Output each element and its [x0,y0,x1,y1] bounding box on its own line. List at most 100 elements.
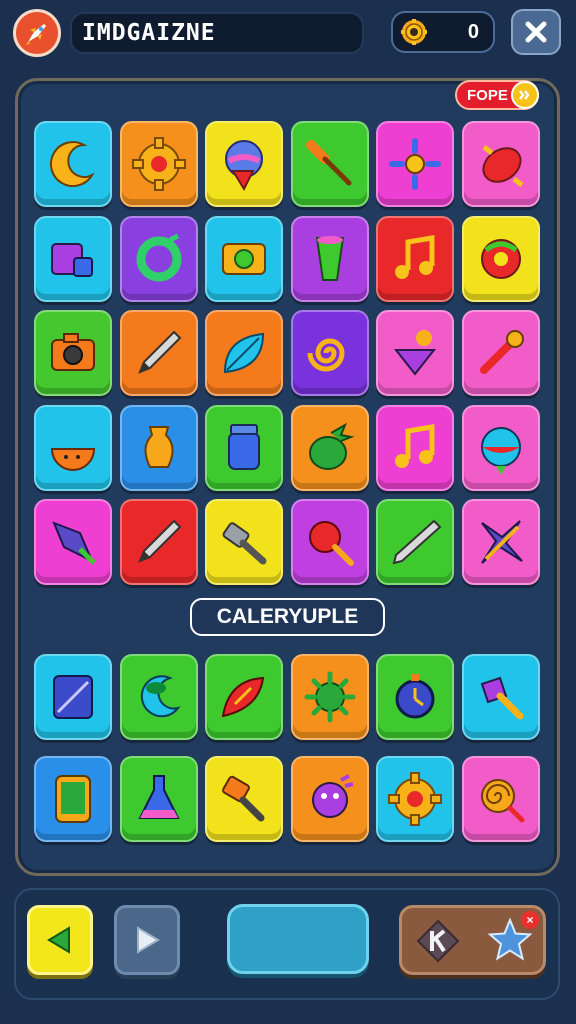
strawberry-icon [308,422,354,470]
item-tile[interactable] [376,499,454,585]
k-gem-button[interactable] [415,918,461,964]
shuriken-icon [480,520,523,564]
donut-icon [480,238,521,279]
ring-icon [136,233,181,281]
item-tile[interactable] [205,756,283,842]
hammer-icon [222,522,267,565]
item-tile[interactable] [290,756,369,842]
spiral-lollipop-icon [480,779,524,823]
item-tile[interactable] [461,756,540,842]
bonus-badge[interactable]: FOPE [455,80,539,110]
phone-icon [55,775,91,823]
gear-icon [131,137,186,191]
item-tile[interactable] [461,121,540,207]
item-tile[interactable] [376,121,454,207]
star-badge: × [521,911,539,929]
item-tile[interactable] [34,121,112,207]
brush-icon [305,140,351,186]
camera-icon [51,333,95,371]
next-button[interactable] [114,905,180,975]
item-tile[interactable] [290,121,369,207]
item-tile[interactable] [119,310,198,396]
lollipop-icon [308,521,354,566]
jar-icon [228,423,260,470]
prev-button[interactable] [27,905,93,975]
pencil-icon [137,519,181,563]
item-tile[interactable] [290,404,369,491]
virus-icon [304,671,355,723]
item-tile[interactable] [119,215,198,302]
item-tile[interactable] [290,499,369,585]
arrow-right-icon [137,926,160,954]
box-icon [51,242,93,277]
game-title: IMDGAIZNE [82,20,216,46]
coin-icon [511,81,539,109]
item-tile[interactable] [376,215,454,302]
item-tile[interactable] [205,215,283,302]
item-tile[interactable] [205,654,283,740]
item-tile[interactable] [290,310,369,396]
play-button[interactable] [227,904,369,974]
item-tile[interactable] [461,310,540,396]
item-tile[interactable] [290,654,369,740]
coin-counter: 0 [391,11,495,53]
item-tile[interactable] [119,499,198,585]
music-note-icon [395,423,435,468]
item-tile[interactable] [205,404,283,491]
kite-icon [52,521,96,565]
item-tile[interactable] [119,121,198,207]
item-tile[interactable] [461,654,540,740]
item-tile[interactable] [461,215,540,302]
item-tile[interactable] [34,654,112,740]
crescent-icon [49,141,95,188]
title-bar: IMDGAIZNE [70,12,364,54]
category-label: CALERYUPLE [190,598,385,636]
bonus-badge-label: FOPE [467,87,508,104]
item-tile[interactable] [205,121,283,207]
spinning-top-icon [393,330,437,376]
item-tile[interactable] [119,756,198,842]
item-tile[interactable] [34,310,112,396]
close-button[interactable] [511,9,561,55]
tools-panel: × [399,905,546,975]
item-tile[interactable] [376,654,454,740]
item-tile[interactable] [290,215,369,302]
arrow-left-icon [47,926,70,954]
music-note-icon [395,234,435,279]
spiral-icon [307,338,345,372]
k-gem-icon [416,919,460,963]
wand-icon [479,330,524,374]
item-tile[interactable] [34,404,112,491]
item-tile[interactable] [205,310,283,396]
melon-icon [50,447,96,471]
shell-icon [221,676,265,718]
cup-icon [315,235,344,281]
item-tile[interactable] [461,499,540,585]
item-tile[interactable] [205,499,283,585]
item-tile[interactable] [34,215,112,302]
item-tile[interactable] [34,499,112,585]
item-tile[interactable] [34,756,112,842]
candy-icon [481,145,523,187]
ball-icon [480,426,521,475]
coin-count: 0 [467,21,479,43]
item-tile[interactable] [119,404,198,491]
close-icon [525,21,547,43]
gear-icon [388,772,442,826]
paint-brush-icon [480,676,523,720]
item-tile[interactable] [376,404,454,491]
logo-button[interactable] [13,9,61,57]
item-tile[interactable] [461,404,540,491]
pencil-icon [137,330,181,374]
item-tile[interactable] [376,756,454,842]
stamp-icon [222,775,265,822]
item-tile[interactable] [119,654,198,740]
clock-icon [395,674,435,719]
knife-icon [392,519,442,565]
ice-cream-icon [225,140,263,192]
item-tile[interactable] [376,310,454,396]
flask-icon [137,775,180,819]
leaf-icon [223,332,265,374]
gear-coin-icon [401,19,427,45]
sun-flower-icon [389,138,441,190]
